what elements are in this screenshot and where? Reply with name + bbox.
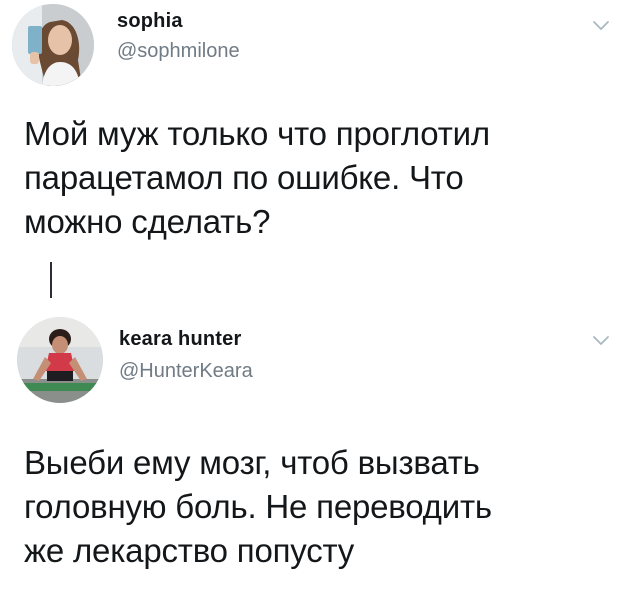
avatar-photo <box>17 317 103 403</box>
tweet-text-line: можно сделать? <box>24 203 271 240</box>
tweet-text: Мой муж только что проглотил парацетамол… <box>24 112 624 244</box>
display-name[interactable]: sophia <box>117 10 183 33</box>
display-name[interactable]: keara hunter <box>119 328 241 351</box>
tweet-text-line: же лекарство попусту <box>24 532 355 569</box>
tweet-text-line: Мой муж только что проглотил <box>24 115 490 152</box>
tweet-sophia: sophia @sophmilone Мой муж только что пр… <box>0 0 640 300</box>
tweet-text-line: Выеби ему мозг, чтоб вызвать <box>24 444 480 481</box>
chevron-down-icon[interactable] <box>592 335 610 347</box>
user-handle[interactable]: @sophmilone <box>117 40 240 63</box>
tweet-text-line: головную боль. Не переводить <box>24 488 492 525</box>
tweet-keara-hunter: keara hunter @HunterKeara Выеби ему мозг… <box>0 300 640 616</box>
tweet-text: Выеби ему мозг, чтоб вызвать головную бо… <box>24 441 624 573</box>
chevron-down-icon[interactable] <box>592 20 610 32</box>
avatar-photo <box>12 4 94 86</box>
avatar[interactable] <box>17 317 103 403</box>
avatar[interactable] <box>12 4 94 86</box>
thread-connector <box>50 262 52 298</box>
user-handle[interactable]: @HunterKeara <box>119 360 253 383</box>
tweet-text-line: парацетамол по ошибке. Что <box>24 159 464 196</box>
